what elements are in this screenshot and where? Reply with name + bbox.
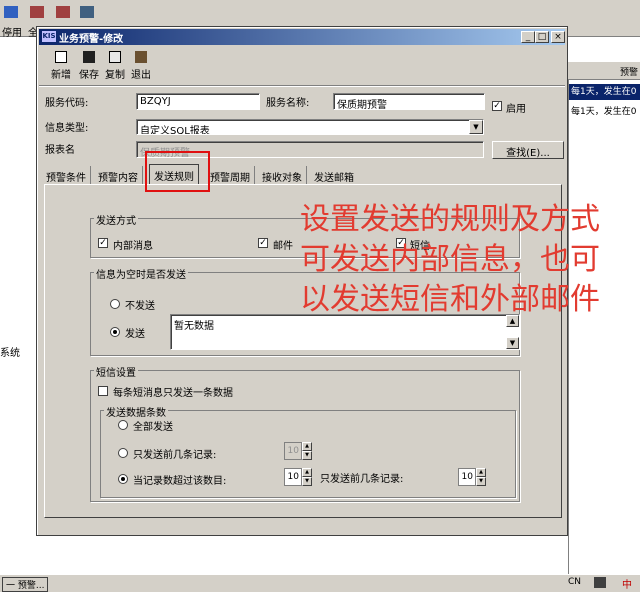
enable-checkbox[interactable]: ✓	[492, 101, 502, 111]
search-button[interactable]: 查找(E)...	[492, 141, 564, 159]
tab-alert-content[interactable]: 预警内容	[94, 166, 143, 184]
email-checkbox[interactable]: ✓	[258, 238, 268, 248]
send-radio[interactable]	[110, 327, 120, 337]
service-code-input[interactable]: BZQYJ	[136, 93, 260, 110]
stepper-down-icon[interactable]: ▼	[302, 477, 312, 486]
background-system-label: 系统	[0, 348, 20, 359]
annotation-line-2: 可发送内部信息，也可	[300, 242, 600, 277]
tab-recipients[interactable]: 接收对象	[258, 166, 307, 184]
one-per-message-checkbox[interactable]	[98, 386, 108, 396]
scroll-down-icon[interactable]: ▼	[506, 337, 519, 349]
over-threshold-value[interactable]: 10	[284, 468, 302, 486]
list-icon[interactable]	[56, 6, 70, 18]
new-document-icon	[55, 51, 67, 63]
stepper-up-icon[interactable]: ▲	[476, 468, 486, 477]
stepper-down-icon[interactable]: ▼	[302, 451, 312, 460]
no-send-radio[interactable]	[110, 299, 120, 309]
then-first-n-stepper[interactable]: 10 ▲ ▼	[458, 468, 486, 486]
exit-button-label: 退出	[131, 70, 151, 81]
background-alert-row[interactable]: 每1天，发生在0	[569, 84, 640, 100]
send-all-label: 全部发送	[133, 422, 173, 433]
exit-icon[interactable]	[80, 6, 94, 18]
annotation-line-1: 设置发送的规则及方式	[300, 202, 600, 237]
keyboard-icon[interactable]	[594, 577, 606, 588]
tab-alert-conditions[interactable]: 预警条件	[42, 166, 91, 184]
then-first-n-value[interactable]: 10	[458, 468, 476, 486]
exit-door-icon	[135, 51, 147, 63]
over-threshold-label: 当记录数超过该数目:	[133, 476, 227, 487]
over-threshold-radio[interactable]	[118, 474, 128, 484]
save-disk-icon	[83, 51, 95, 63]
info-type-select[interactable]: 自定义SQL报表	[136, 119, 484, 135]
highlight-box	[145, 151, 210, 192]
stepper-down-icon[interactable]: ▼	[476, 477, 486, 486]
service-name-input[interactable]: 保质期预警	[333, 93, 485, 110]
first-n-label: 只发送前几条记录:	[133, 450, 217, 461]
send-label: 发送	[125, 329, 145, 340]
info-type-label: 信息类型:	[45, 123, 89, 134]
save-button-label: 保存	[79, 70, 99, 81]
send-all-radio[interactable]	[118, 420, 128, 430]
chevron-down-icon[interactable]: ▼	[469, 120, 483, 134]
minimize-button[interactable]: _	[521, 31, 535, 43]
stepper-up-icon[interactable]: ▲	[302, 468, 312, 477]
taskbar-task-button[interactable]: 一 预警...	[2, 577, 49, 592]
tab-send-mailbox[interactable]: 发送邮箱	[310, 166, 358, 184]
one-per-message-label: 每条短消息只发送一条数据	[113, 388, 233, 399]
dialog-title: 业务预警-修改	[59, 34, 124, 45]
ime-chinese-indicator[interactable]: 中	[622, 576, 632, 591]
new-button[interactable]: 新增	[49, 49, 73, 83]
service-code-label: 服务代码:	[45, 98, 89, 109]
annotation-line-3: 以发送短信和外部邮件	[300, 282, 600, 317]
then-first-n-label: 只发送前几条记录:	[320, 474, 404, 485]
exit-button[interactable]: 退出	[129, 49, 153, 83]
sms-settings-title: 短信设置	[94, 364, 138, 379]
list-icon[interactable]	[30, 6, 44, 18]
taskbar	[0, 574, 640, 592]
toolbar-separator	[39, 85, 565, 87]
first-n-radio[interactable]	[118, 448, 128, 458]
enable-label: 启用	[506, 104, 526, 115]
send-method-title: 发送方式	[94, 212, 138, 227]
dialog-titlebar[interactable]: KIS 业务预警-修改 _ □ ×	[39, 29, 565, 45]
grid-icon[interactable]	[4, 6, 18, 18]
stepper-up-icon[interactable]: ▲	[302, 442, 312, 451]
taskbar-ime-indicator[interactable]: CN	[568, 577, 581, 587]
service-name-label: 服务名称:	[266, 98, 310, 109]
copy-icon	[109, 51, 121, 63]
background-stop-label[interactable]: 停用	[2, 24, 22, 39]
tab-alert-period[interactable]: 预警周期	[206, 166, 255, 184]
send-count-title: 发送数据条数	[104, 404, 168, 419]
empty-send-title: 信息为空时是否发送	[94, 266, 188, 281]
close-button[interactable]: ×	[551, 31, 565, 43]
first-n-value[interactable]: 10	[284, 442, 302, 460]
internal-message-checkbox[interactable]: ✓	[98, 238, 108, 248]
first-n-stepper[interactable]: 10 ▲ ▼	[284, 442, 312, 460]
background-alert-header: 预警	[568, 62, 640, 80]
background-alert-list	[568, 62, 640, 582]
email-label: 邮件	[273, 241, 293, 252]
empty-message-textarea[interactable]: 暂无数据	[170, 314, 520, 350]
copy-button[interactable]: 复制	[103, 49, 127, 83]
kis-app-icon: KIS	[42, 31, 56, 42]
internal-message-label: 内部消息	[113, 241, 153, 252]
save-button[interactable]: 保存	[77, 49, 101, 83]
background-alert-row[interactable]: 每1天，发生在0	[569, 104, 640, 120]
no-send-label: 不发送	[125, 301, 155, 312]
new-button-label: 新增	[51, 70, 71, 81]
maximize-button[interactable]: □	[535, 31, 549, 43]
over-threshold-stepper[interactable]: 10 ▲ ▼	[284, 468, 312, 486]
copy-button-label: 复制	[105, 70, 125, 81]
report-name-label: 报表名	[45, 145, 75, 156]
